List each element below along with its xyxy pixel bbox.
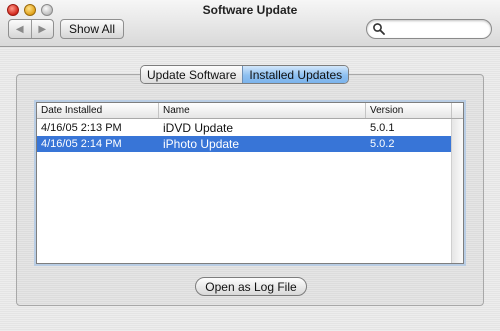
back-arrow-icon[interactable]: ◀ <box>9 20 31 38</box>
table-row[interactable]: 4/16/05 2:13 PM iDVD Update 5.0.1 <box>37 120 452 136</box>
window-title: Software Update <box>202 3 298 17</box>
software-update-window: Software Update ◀ ▶ Show All Update Soft… <box>0 0 500 331</box>
search-field[interactable] <box>366 19 492 39</box>
table-row-selected[interactable]: 4/16/05 2:14 PM iPhoto Update 5.0.2 <box>37 136 452 152</box>
vertical-scrollbar[interactable] <box>451 119 463 263</box>
tab-installed-updates[interactable]: Installed Updates <box>242 66 349 83</box>
row-name: iDVD Update <box>163 121 234 135</box>
column-header-version[interactable]: Version <box>366 103 452 118</box>
open-as-log-file-button[interactable]: Open as Log File <box>195 277 307 296</box>
back-forward-control: ◀ ▶ <box>8 19 54 39</box>
row-version: 5.0.1 <box>370 122 395 134</box>
column-header-name[interactable]: Name <box>159 103 366 118</box>
forward-arrow-icon[interactable]: ▶ <box>30 20 54 38</box>
show-all-button[interactable]: Show All <box>60 19 124 39</box>
window-toolbar: Software Update ◀ ▶ Show All <box>0 0 500 47</box>
tab-control: Update Software Installed Updates <box>140 65 350 84</box>
column-header-date-installed[interactable]: Date Installed <box>37 103 159 118</box>
table-header: Date Installed Name Version <box>37 103 463 119</box>
search-icon <box>373 23 385 35</box>
row-name: iPhoto Update <box>163 137 240 151</box>
row-date: 4/16/05 2:13 PM <box>41 122 122 134</box>
installed-updates-table[interactable]: Date Installed Name Version 4/16/05 2:13… <box>36 102 464 264</box>
row-date: 4/16/05 2:14 PM <box>41 138 122 150</box>
search-input[interactable] <box>387 22 483 36</box>
row-version: 5.0.2 <box>370 138 395 150</box>
tab-update-software[interactable]: Update Software <box>141 66 243 83</box>
